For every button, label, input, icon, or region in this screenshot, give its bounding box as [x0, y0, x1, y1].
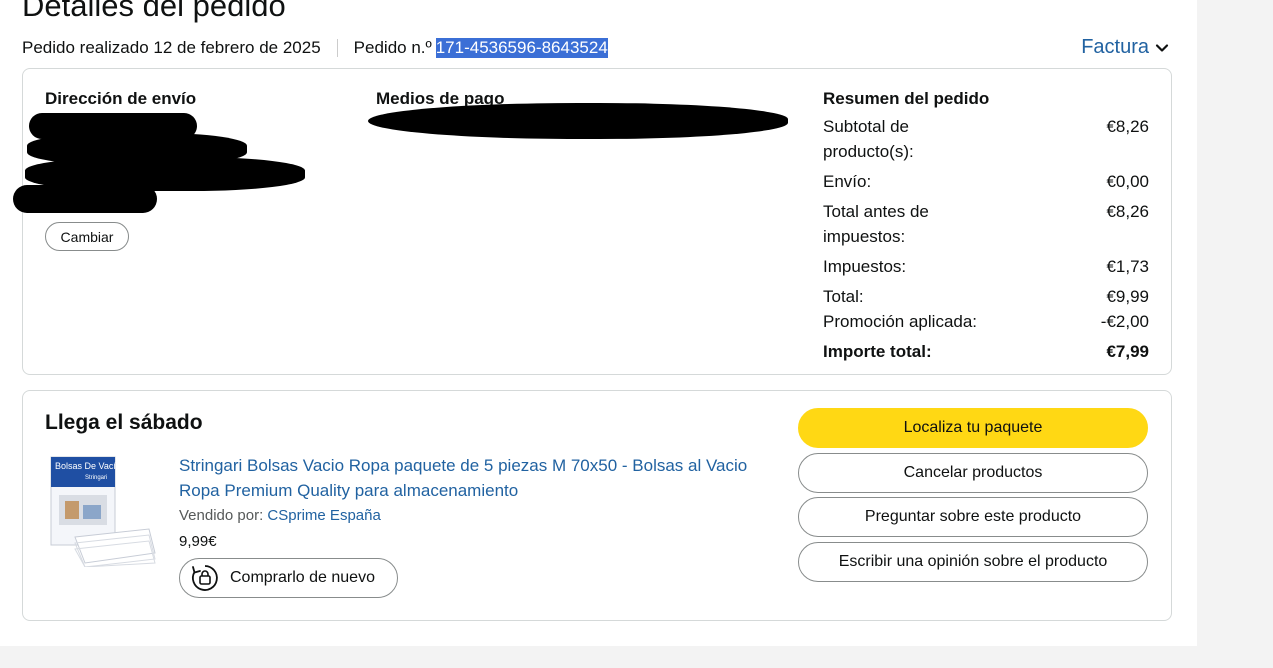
summary-row-pretax: Total antes de impuestos: €8,26: [823, 202, 1149, 246]
seller-link[interactable]: CSprime España: [267, 507, 380, 524]
cancel-items-button[interactable]: Cancelar productos: [798, 453, 1148, 493]
shipping-address-heading: Dirección de envío: [45, 89, 197, 108]
order-summary-heading: Resumen del pedido: [823, 89, 990, 108]
ask-product-question-button[interactable]: Preguntar sobre este producto: [798, 497, 1148, 537]
sold-by-label: Vendido por:: [179, 507, 264, 524]
product-thumbnail[interactable]: Bolsas De Vacío Stringari: [45, 455, 157, 567]
seller-line: Vendido por: CSprime España: [179, 507, 381, 524]
invoice-dropdown[interactable]: Factura: [1081, 36, 1169, 59]
summary-row-shipping: Envío: €0,00: [823, 172, 1149, 191]
buy-again-icon: [192, 565, 218, 591]
track-package-button[interactable]: Localiza tu paquete: [798, 408, 1148, 448]
product-price: 9,99€: [179, 533, 217, 550]
divider: [336, 39, 338, 57]
order-meta: Pedido realizado 12 de febrero de 2025 P…: [22, 38, 608, 58]
product-title-link[interactable]: Stringari Bolsas Vacio Ropa paquete de 5…: [179, 453, 779, 503]
order-summary: Resumen del pedido Subtotal de producto(…: [823, 89, 1149, 369]
delivery-status-heading: Llega el sábado: [45, 411, 203, 434]
order-date: Pedido realizado 12 de febrero de 2025: [22, 38, 321, 57]
order-number[interactable]: 171-4536596-8643524: [435, 38, 608, 58]
summary-row-total: Total: €9,99: [823, 287, 1149, 306]
order-number-label: Pedido n.º: [353, 38, 432, 57]
order-details-page: Detalles del pedido Pedido realizado 12 …: [0, 0, 1197, 646]
change-address-button[interactable]: Cambiar: [45, 222, 129, 251]
thumb-brand-text: Bolsas De Vacío: [55, 461, 121, 471]
summary-row-subtotal: Subtotal de producto(s): €8,26: [823, 117, 1149, 161]
order-info-card: Dirección de envío Cambiar Medios de pag…: [13, 68, 1172, 375]
buy-again-button[interactable]: Comprarlo de nuevo: [179, 558, 398, 598]
summary-row-tax: Impuestos: €1,73: [823, 257, 1149, 276]
thumb-logo-text: Stringari: [85, 475, 107, 481]
summary-row-grand-total: Importe total: €7,99: [823, 342, 1149, 361]
buy-again-label: Comprarlo de nuevo: [230, 569, 375, 586]
page-title: Detalles del pedido: [22, 0, 286, 23]
invoice-label: Factura: [1081, 36, 1149, 58]
chevron-down-icon: [1155, 43, 1169, 52]
summary-row-promotion: Promoción aplicada: -€2,00: [823, 312, 1149, 331]
shipment-card: Llega el sábado Bolsas De Vacío Stringar…: [22, 390, 1172, 621]
write-review-button[interactable]: Escribir una opinión sobre el producto: [798, 542, 1148, 582]
